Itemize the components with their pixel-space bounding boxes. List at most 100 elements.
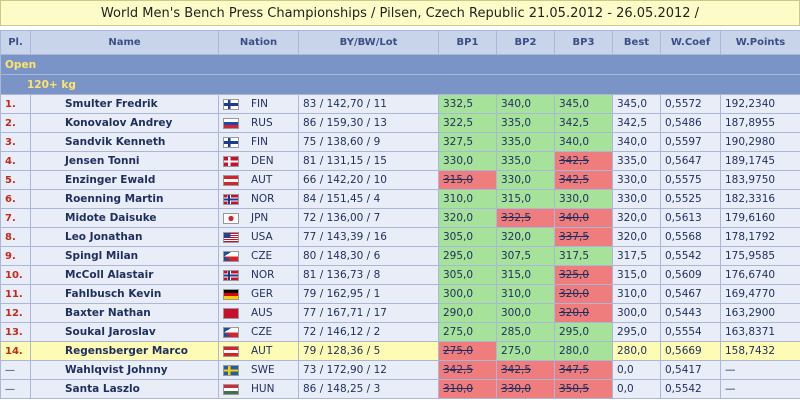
table-row[interactable]: 12. Baxter Nathan AUS 77 / 167,71 / 17 290,0… [0, 303, 800, 323]
bp3-cell: 320,0 [554, 303, 613, 323]
nation-code: GER [251, 288, 274, 300]
athlete-name[interactable]: Regensberger Marco [30, 341, 219, 361]
athlete-name[interactable]: Santa Laszlo [30, 379, 219, 399]
header-best[interactable]: Best [612, 30, 661, 55]
wcoef-cell: 0,5597 [660, 132, 721, 152]
table-row[interactable]: — Santa Laszlo HUN 86 / 148,25 / 3 310,0 330,… [0, 379, 800, 399]
header-pl[interactable]: Pl. [0, 30, 31, 55]
header-bp1[interactable]: BP1 [438, 30, 497, 55]
nation-code: USA [251, 231, 273, 243]
place-cell: 9. [0, 246, 31, 266]
wcoef-cell: 0,5669 [660, 341, 721, 361]
birth-year: 86 [303, 117, 317, 129]
nation-code: RUS [251, 117, 273, 129]
bp3-cell: 325,0 [554, 265, 613, 285]
birth-year: 73 [303, 364, 317, 376]
by-bw-lot-cell: 72 / 136,00 / 7 [298, 208, 439, 228]
athlete-name[interactable]: Smulter Fredrik [30, 94, 219, 114]
by-bw-lot-cell: 86 / 159,30 / 13 [298, 113, 439, 133]
athlete-name[interactable]: Enzinger Ewald [30, 170, 219, 190]
place-cell: 1. [0, 94, 31, 114]
table-row[interactable]: 7. Midote Daisuke JPN 72 / 136,00 / 7 320,0 3… [0, 208, 800, 228]
wpoints-cell: 158,7432 [720, 341, 800, 361]
flag-usa-icon [223, 231, 239, 243]
birth-year: 72 [303, 212, 317, 224]
header-bw[interactable]: BY/BW/Lot [298, 30, 439, 55]
athlete-name[interactable]: Fahlbusch Kevin [30, 284, 219, 304]
nation-code: NOR [251, 269, 275, 281]
body-weight: 162,95 [326, 288, 364, 300]
lot-number: 1 [373, 288, 381, 300]
place-cell: — [0, 379, 31, 399]
place-cell: 2. [0, 113, 31, 133]
body-weight: 142,20 [326, 174, 364, 186]
athlete-name[interactable]: Leo Jonathan [30, 227, 219, 247]
athlete-name[interactable]: Soukal Jaroslav [30, 322, 219, 342]
body-weight: 128,36 [326, 345, 364, 357]
by-bw-lot-cell: 77 / 143,39 / 16 [298, 227, 439, 247]
best-cell: 315,0 [612, 265, 661, 285]
bp2-cell: 332,5 [496, 208, 555, 228]
by-bw-lot-cell: 80 / 148,30 / 6 [298, 246, 439, 266]
wpoints-cell: — [720, 379, 800, 399]
table-row[interactable]: 14. Regensberger Marco AUT 79 / 128,36 / 52… [0, 341, 800, 361]
lot-number: 10 [373, 174, 387, 186]
athlete-name[interactable]: Konovalov Andrey [30, 113, 219, 133]
table-row[interactable]: 9. Spingl Milan CZE 80 / 148,30 / 6 295,0 307… [0, 246, 800, 266]
table-row[interactable]: 5. Enzinger Ewald AUT 66 / 142,20 / 10 315,0… [0, 170, 800, 190]
wcoef-cell: 0,5486 [660, 113, 721, 133]
header-wcoef[interactable]: W.Coef [660, 30, 721, 55]
body-weight: 131,15 [326, 155, 364, 167]
bp2-cell: 340,0 [496, 94, 555, 114]
table-row[interactable]: 1. Smulter Fredrik FIN 83 / 142,70 / 11 332,… [0, 94, 800, 114]
table-row[interactable]: 11. Fahlbusch Kevin GER 79 / 162,95 / 1 300,… [0, 284, 800, 304]
body-weight: 142,70 [326, 98, 364, 110]
bp2-cell: 320,0 [496, 227, 555, 247]
body-weight: 159,30 [326, 117, 364, 129]
nation-code: AUT [251, 345, 273, 357]
nation-code: NOR [251, 193, 275, 205]
athlete-name[interactable]: Sandvik Kenneth [30, 132, 219, 152]
header-bp3[interactable]: BP3 [554, 30, 613, 55]
by-bw-lot-cell: 66 / 142,20 / 10 [298, 170, 439, 190]
table-row[interactable]: — Wahlqvist Johnny SWE 73 / 172,90 / 12 342,… [0, 360, 800, 380]
nation-code: SWE [251, 364, 275, 376]
header-wpoints[interactable]: W.Points [720, 30, 800, 55]
athlete-name[interactable]: McColl Alastair [30, 265, 219, 285]
nation-code: CZE [251, 326, 273, 338]
athlete-name[interactable]: Jensen Tonni [30, 151, 219, 171]
table-row[interactable]: 10. McColl Alastair NOR 81 / 136,73 / 8 305,… [0, 265, 800, 285]
bp1-cell: 342,5 [438, 360, 497, 380]
by-bw-lot-cell: 72 / 146,12 / 2 [298, 322, 439, 342]
by-bw-lot-cell: 75 / 138,60 / 9 [298, 132, 439, 152]
table-row[interactable]: 8. Leo Jonathan USA 77 / 143,39 / 16 305,0 32… [0, 227, 800, 247]
table-row[interactable]: 3. Sandvik Kenneth FIN 75 / 138,60 / 9 327,5… [0, 132, 800, 152]
header-name[interactable]: Name [30, 30, 219, 55]
bp2-cell: 310,0 [496, 284, 555, 304]
best-cell: 330,0 [612, 189, 661, 209]
birth-year: 80 [303, 250, 317, 262]
body-weight: 148,30 [326, 250, 364, 262]
athlete-name[interactable]: Baxter Nathan [30, 303, 219, 323]
bp3-cell: 342,5 [554, 170, 613, 190]
athlete-name[interactable]: Midote Daisuke [30, 208, 219, 228]
birth-year: 66 [303, 174, 317, 186]
header-nation[interactable]: Nation [218, 30, 299, 55]
nation-code: FIN [251, 98, 268, 110]
section-open: Open [0, 54, 800, 75]
table-row[interactable]: 2. Konovalov Andrey RUS 86 / 159,30 / 13 322… [0, 113, 800, 133]
wpoints-cell: 192,2340 [720, 94, 800, 114]
header-bp2[interactable]: BP2 [496, 30, 555, 55]
athlete-name[interactable]: Roenning Martin [30, 189, 219, 209]
place-cell: 4. [0, 151, 31, 171]
body-weight: 136,73 [326, 269, 364, 281]
athlete-name[interactable]: Wahlqvist Johnny [30, 360, 219, 380]
bp3-cell: 342,5 [554, 113, 613, 133]
table-row[interactable]: 6. Roenning Martin NOR 84 / 151,45 / 4 310,0… [0, 189, 800, 209]
table-row[interactable]: 13. Soukal Jaroslav CZE 72 / 146,12 / 2 275,… [0, 322, 800, 342]
wcoef-cell: 0,5554 [660, 322, 721, 342]
place-cell: 14. [0, 341, 31, 361]
athlete-name[interactable]: Spingl Milan [30, 246, 219, 266]
lot-number: 2 [373, 326, 381, 338]
table-row[interactable]: 4. Jensen Tonni DEN 81 / 131,15 / 15 330,0 33… [0, 151, 800, 171]
